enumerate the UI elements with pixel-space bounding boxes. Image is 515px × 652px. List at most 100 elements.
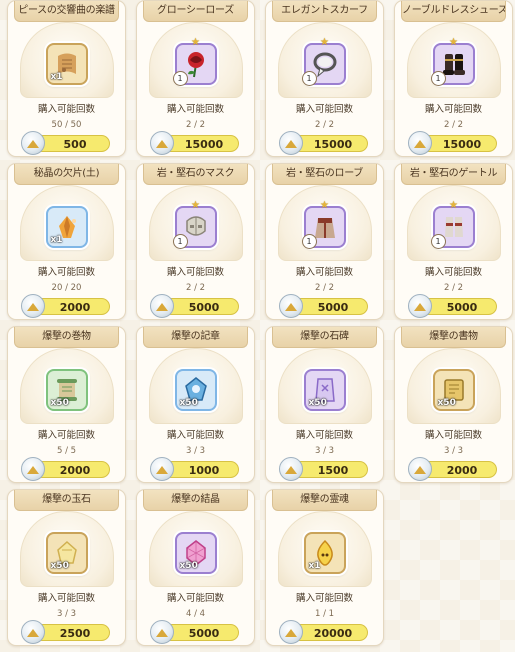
item-quantity: x50 <box>179 398 198 408</box>
item-quantity: x50 <box>50 561 69 571</box>
purchase-limit-label: 購入可能回数 <box>424 430 482 441</box>
purchase-limit-label: 購入可能回数 <box>295 104 353 115</box>
item-icon-slot[interactable]: x1 <box>45 43 88 85</box>
purchase-limit-count: 3 / 3 <box>185 446 206 456</box>
purchase-limit-count: 20 / 20 <box>51 283 82 293</box>
item-icon-slot[interactable]: x50 <box>432 369 475 411</box>
star-icon: ★ <box>191 200 200 211</box>
item-icon-slot[interactable]: ★ 1 <box>172 200 217 249</box>
purchase-limit-label: 購入可能回数 <box>424 267 482 278</box>
purchase-limit-label: 購入可能回数 <box>295 593 353 604</box>
item-title: ノーブルドレスシューズ <box>401 1 506 22</box>
purchase-limit-count: 2 / 2 <box>185 283 206 293</box>
item-grade-badge: 1 <box>430 71 446 86</box>
purchase-limit-label: 購入可能回数 <box>166 430 224 441</box>
shop-item-card[interactable]: ピースの交響曲の楽譜 x1 購入可能回数 50 / 50 500 <box>7 0 126 157</box>
item-quantity: x50 <box>179 561 198 571</box>
crystal-coin-icon <box>279 457 303 481</box>
item-icon-slot[interactable]: ★ 1 <box>430 37 475 86</box>
shop-item-card[interactable]: 爆撃の記章 x50 購入可能回数 3 / 3 1000 <box>136 326 255 483</box>
item-title: ピースの交響曲の楽譜 <box>14 1 119 22</box>
item-title: 爆撃の記章 <box>143 327 248 348</box>
star-icon: ★ <box>449 200 458 211</box>
shop-item-card[interactable]: 爆撃の書物 x50 購入可能回数 3 / 3 2000 <box>394 326 513 483</box>
item-icon-slot[interactable]: x50 <box>45 369 88 411</box>
item-icon-slot[interactable]: x1 <box>45 206 88 248</box>
purchase-limit-count: 3 / 3 <box>443 446 464 456</box>
shop-item-card[interactable]: エレガントスカーフ ★ 1 購入可能回数 2 / 2 15000 <box>265 0 384 157</box>
shop-item-card[interactable]: 岩・堅石のマスク ★ 1 購入可能回数 2 / 2 5000 <box>136 163 255 320</box>
purchase-limit-count: 1 / 1 <box>314 609 335 619</box>
crystal-coin-icon <box>408 457 432 481</box>
crystal-coin-icon <box>150 457 174 481</box>
item-title: 爆撃の霊魂 <box>272 490 377 511</box>
shop-item-card[interactable]: 爆撃の結晶 x50 購入可能回数 4 / 4 5000 <box>136 489 255 646</box>
shop-item-card[interactable]: 岩・堅石のゲートル ★ 1 購入可能回数 2 / 2 5000 <box>394 163 513 320</box>
item-icon-slot[interactable]: x50 <box>174 369 217 411</box>
purchase-limit-count: 4 / 4 <box>185 609 206 619</box>
item-title: 岩・堅石のマスク <box>143 164 248 185</box>
crystal-coin-icon <box>150 131 174 155</box>
purchase-limit-count: 2 / 2 <box>314 283 335 293</box>
item-title: 爆撃の巻物 <box>14 327 119 348</box>
purchase-limit-label: 購入可能回数 <box>37 430 95 441</box>
item-title: 岩・堅石のゲートル <box>401 164 506 185</box>
shop-item-card[interactable]: 秘晶の欠片(土) x1 購入可能回数 20 / 20 2000 <box>7 163 126 320</box>
shop-item-card[interactable]: 爆撃の巻物 x50 購入可能回数 5 / 5 2000 <box>7 326 126 483</box>
shop-item-grid: ピースの交響曲の楽譜 x1 購入可能回数 50 / 50 500 グローシーロー… <box>7 0 513 646</box>
item-quantity: x50 <box>50 398 69 408</box>
star-icon: ★ <box>320 37 329 48</box>
star-icon: ★ <box>449 37 458 48</box>
shop-item-card[interactable]: グローシーローズ ★ 1 購入可能回数 2 / 2 15000 <box>136 0 255 157</box>
purchase-limit-count: 50 / 50 <box>51 120 82 130</box>
crystal-coin-icon <box>21 131 45 155</box>
purchase-limit-count: 2 / 2 <box>185 120 206 130</box>
item-icon-slot[interactable]: x1 <box>303 532 346 574</box>
item-icon-slot[interactable]: x50 <box>174 532 217 574</box>
item-grade-badge: 1 <box>430 234 446 249</box>
item-title: 爆撃の玉石 <box>14 490 119 511</box>
crystal-coin-icon <box>279 131 303 155</box>
item-icon-slot[interactable]: ★ 1 <box>301 200 346 249</box>
item-icon-slot[interactable]: ★ 1 <box>301 37 346 86</box>
item-grade-badge: 1 <box>301 234 317 249</box>
crystal-coin-icon <box>21 620 45 644</box>
shop-item-card[interactable]: 爆撃の霊魂 x1 購入可能回数 1 / 1 20000 <box>265 489 384 646</box>
purchase-limit-count: 3 / 3 <box>314 446 335 456</box>
shop-item-card[interactable]: 爆撃の玉石 x50 購入可能回数 3 / 3 2500 <box>7 489 126 646</box>
crystal-coin-icon <box>279 294 303 318</box>
crystal-coin-icon <box>21 457 45 481</box>
item-icon-slot[interactable]: x50 <box>303 369 346 411</box>
item-grade-badge: 1 <box>301 71 317 86</box>
item-quantity: x50 <box>308 398 327 408</box>
purchase-limit-label: 購入可能回数 <box>166 593 224 604</box>
crystal-coin-icon <box>150 294 174 318</box>
shop-item-card[interactable]: ノーブルドレスシューズ ★ 1 購入可能回数 2 / 2 15000 <box>394 0 513 157</box>
item-title: 岩・堅石のローブ <box>272 164 377 185</box>
purchase-limit-label: 購入可能回数 <box>37 104 95 115</box>
star-icon: ★ <box>191 37 200 48</box>
purchase-limit-count: 3 / 3 <box>56 609 77 619</box>
shop-item-card[interactable]: 岩・堅石のローブ ★ 1 購入可能回数 2 / 2 5000 <box>265 163 384 320</box>
item-icon-slot[interactable]: ★ 1 <box>172 37 217 86</box>
purchase-limit-label: 購入可能回数 <box>295 267 353 278</box>
item-quantity: x1 <box>308 561 321 571</box>
item-icon-slot[interactable]: x50 <box>45 532 88 574</box>
purchase-limit-count: 2 / 2 <box>314 120 335 130</box>
item-title: 秘晶の欠片(土) <box>14 164 119 185</box>
item-icon-slot[interactable]: ★ 1 <box>430 200 475 249</box>
item-grade-badge: 1 <box>172 234 188 249</box>
item-title: 爆撃の結晶 <box>143 490 248 511</box>
purchase-limit-label: 購入可能回数 <box>166 267 224 278</box>
shop-item-card[interactable]: 爆撃の石碑 x50 購入可能回数 3 / 3 1500 <box>265 326 384 483</box>
crystal-coin-icon <box>408 131 432 155</box>
crystal-coin-icon <box>408 294 432 318</box>
purchase-limit-count: 5 / 5 <box>56 446 77 456</box>
purchase-limit-label: 購入可能回数 <box>166 104 224 115</box>
crystal-coin-icon <box>279 620 303 644</box>
item-quantity: x50 <box>437 398 456 408</box>
item-title: 爆撃の書物 <box>401 327 506 348</box>
item-title: エレガントスカーフ <box>272 1 377 22</box>
purchase-limit-label: 購入可能回数 <box>37 593 95 604</box>
purchase-limit-count: 2 / 2 <box>443 283 464 293</box>
